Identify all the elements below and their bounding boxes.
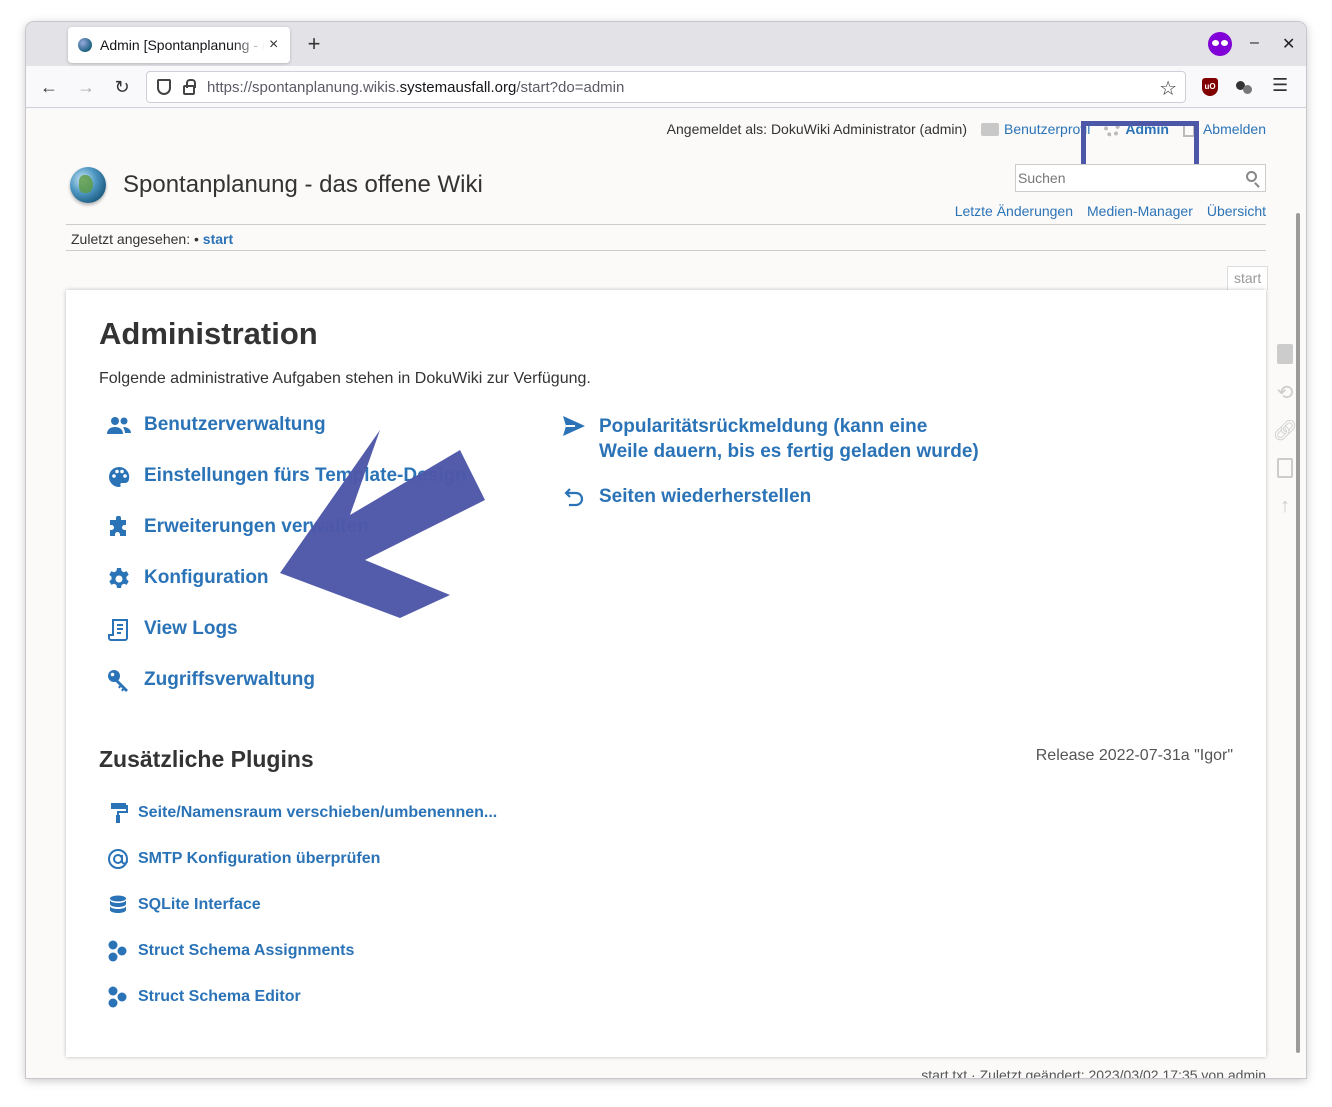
intro-text: Folgende administrative Aufgaben stehen … [99,370,591,387]
sitemap-link[interactable]: Übersicht [1207,203,1266,219]
export-pdf-icon[interactable] [1274,455,1296,481]
plugins-list: Seite/Namensraum verschieben/umbenennen.… [106,790,497,1020]
url-bar[interactable]: https://spontanplanung.wikis.systemausfa… [146,71,1186,103]
main-content: Administration Folgende administrative A… [66,290,1266,1057]
breadcrumb-start-link[interactable]: start [203,231,233,247]
close-window-button[interactable]: ✕ [1282,34,1295,54]
back-to-top-icon[interactable]: ↑ [1274,493,1296,519]
gear-icon [106,567,132,591]
close-tab-icon[interactable]: × [269,36,278,54]
plugin-item-struct-assignments[interactable]: Struct Schema Assignments [106,928,497,974]
plugin-item-sqlite[interactable]: SQLite Interface [106,882,497,928]
search-input[interactable] [1016,165,1236,191]
admin-item-acl[interactable]: Zugriffsverwaltung [106,669,526,720]
search-box[interactable] [1015,164,1266,192]
send-icon [561,414,587,438]
page-tools: ⟲ 🔗︎ ↑ [1272,341,1298,531]
wiki-page: Angemeldet als: DokuWiki Administrator (… [26,109,1306,1078]
back-button[interactable]: ← [36,74,62,100]
backlinks-icon[interactable]: 🔗︎ [1272,417,1297,443]
old-revisions-icon[interactable]: ⟲ [1274,379,1296,405]
users-icon [106,414,132,438]
admin-item-revert[interactable]: Seiten wiederherstellen [561,484,981,509]
key-icon [106,669,132,693]
at-icon [106,848,130,870]
puzzle-icon [106,516,132,540]
media-manager-link[interactable]: Medien-Manager [1087,203,1193,219]
lock-icon[interactable] [183,79,196,95]
bookmark-star-icon[interactable]: ☆ [1159,76,1177,101]
reload-button[interactable]: ↻ [109,74,135,100]
tab-title: Admin [Spontanplanung - das offene Wiki] [100,37,265,53]
plugin-item-move[interactable]: Seite/Namensraum verschieben/umbenennen.… [106,790,497,836]
page-info: start.txt · Zuletzt geändert: 2023/03/02… [921,1067,1266,1078]
extension-icon[interactable] [1236,79,1252,95]
recent-changes-link[interactable]: Letzte Änderungen [955,203,1073,219]
palette-icon [106,465,132,489]
release-info: Release 2022-07-31a "Igor" [1035,747,1233,764]
scrollbar[interactable] [1296,213,1300,1053]
admin-tasks-right: Popularitätsrückmeldung (kann eine Weile… [561,414,981,529]
globe-favicon-icon [78,38,92,52]
breadcrumb: Zuletzt angesehen: • start [66,224,1266,251]
plugins-heading: Zusätzliche Plugins [99,746,314,772]
admin-item-popularity[interactable]: Popularitätsrückmeldung (kann eine Weile… [561,414,981,464]
site-tools: Letzte Änderungen Medien-Manager Übersic… [941,203,1266,219]
minimize-button[interactable]: – [1250,34,1259,52]
search-icon[interactable] [1246,171,1257,182]
plugin-item-struct-editor[interactable]: Struct Schema Editor [106,974,497,1020]
private-browsing-icon [1208,32,1232,56]
url-text[interactable]: https://spontanplanung.wikis.systemausfa… [207,79,624,96]
struct-icon [106,940,130,962]
logs-icon [106,618,132,642]
ublock-icon[interactable]: uO [1202,78,1218,96]
new-tab-button[interactable]: + [300,30,328,58]
database-icon [106,894,130,916]
navigation-bar: ← → ↻ https://spontanplanung.wikis.syste… [26,66,1306,108]
logged-in-as: Angemeldet als: DokuWiki Administrator (… [666,121,967,137]
wiki-logo-icon[interactable] [70,167,106,203]
tracking-shield-icon[interactable] [157,79,171,95]
hamburger-menu-icon[interactable]: ☰ [1272,75,1288,96]
admin-item-logs[interactable]: View Logs [106,618,526,669]
plugin-item-smtp[interactable]: SMTP Konfiguration überprüfen [106,836,497,882]
page-id-tab: start [1227,266,1269,290]
site-title[interactable]: Spontanplanung - das offene Wiki [123,171,483,199]
browser-tab[interactable]: Admin [Spontanplanung - das offene Wiki]… [68,27,290,63]
annotation-arrow [280,430,485,618]
profile-link[interactable]: Benutzerprofil [981,121,1090,137]
undo-icon [561,484,587,508]
browser-window: Admin [Spontanplanung - das offene Wiki]… [26,22,1306,1078]
paint-roller-icon [106,802,130,824]
tab-bar: Admin [Spontanplanung - das offene Wiki]… [26,22,1306,66]
show-source-icon[interactable] [1274,341,1296,367]
struct-icon [106,986,130,1008]
profile-icon [981,122,999,136]
forward-button[interactable]: → [73,74,99,100]
page-title: Administration [99,316,318,351]
